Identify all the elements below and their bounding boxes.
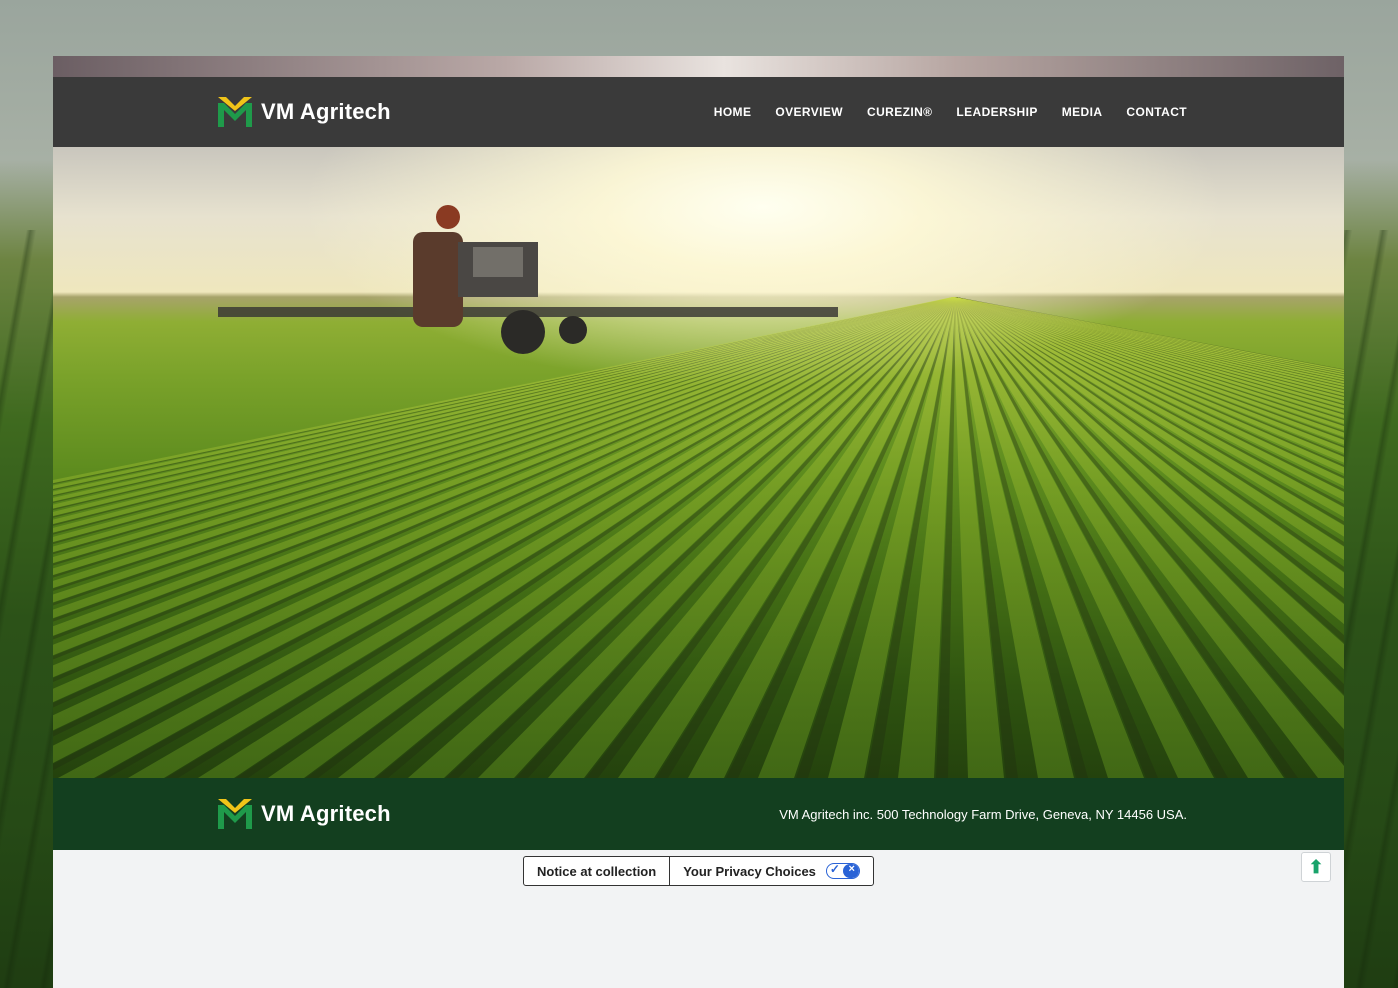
privacy-choices-button[interactable]: Your Privacy Choices ✓ × bbox=[669, 857, 873, 885]
vm-logo-icon bbox=[218, 799, 252, 829]
crop-rows-illustration bbox=[53, 205, 1344, 778]
privacy-bar: Notice at collection Your Privacy Choice… bbox=[523, 856, 874, 886]
company-address: VM Agritech inc. 500 Technology Farm Dri… bbox=[779, 806, 1187, 822]
brand-name: VM Agritech bbox=[261, 99, 391, 124]
nav-overview[interactable]: OVERVIEW bbox=[775, 105, 843, 119]
nav-leadership[interactable]: LEADERSHIP bbox=[956, 105, 1037, 119]
main-nav: HOME OVERVIEW CUREZIN® LEADERSHIP MEDIA … bbox=[714, 77, 1187, 147]
notice-at-collection-button[interactable]: Notice at collection bbox=[524, 857, 669, 885]
nav-media[interactable]: MEDIA bbox=[1062, 105, 1103, 119]
arrow-up-icon: ⬆ bbox=[1308, 856, 1324, 877]
nav-curezin[interactable]: CUREZIN® bbox=[867, 105, 932, 119]
footer-brand-name: VM Agritech bbox=[261, 801, 391, 826]
header-logo[interactable]: VM Agritech bbox=[218, 77, 391, 147]
scroll-to-top-button[interactable]: ⬆ bbox=[1301, 852, 1331, 882]
tractor-illustration bbox=[218, 205, 838, 354]
privacy-toggle-icon: ✓ × bbox=[825, 863, 860, 879]
vm-logo-icon bbox=[218, 97, 252, 127]
top-strip bbox=[53, 56, 1344, 77]
nav-contact[interactable]: CONTACT bbox=[1126, 105, 1187, 119]
footer-band: VM Agritech VM Agritech inc. 500 Technol… bbox=[53, 778, 1344, 850]
privacy-choices-label: Your Privacy Choices bbox=[683, 863, 816, 879]
site-header: VM Agritech HOME OVERVIEW CUREZIN® LEADE… bbox=[53, 77, 1344, 147]
footer-logo[interactable]: VM Agritech bbox=[218, 778, 391, 850]
browser-page: VM Agritech HOME OVERVIEW CUREZIN® LEADE… bbox=[53, 56, 1344, 988]
hero-image bbox=[53, 147, 1344, 778]
nav-home[interactable]: HOME bbox=[714, 105, 752, 119]
